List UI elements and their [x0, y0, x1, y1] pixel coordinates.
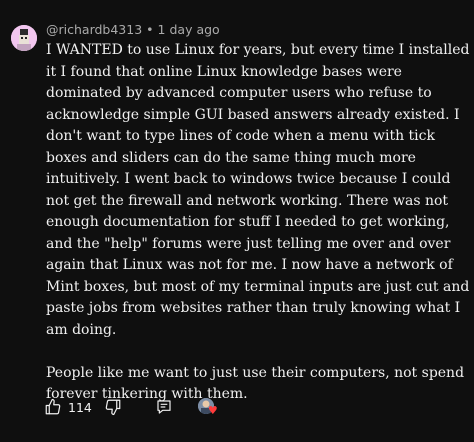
creator-heart-badge[interactable]: ♥	[197, 397, 218, 417]
heart-icon: ♥	[207, 404, 218, 417]
comment-meta: @richardb4313 • 1 day ago	[46, 22, 220, 37]
like-count: 114	[68, 399, 92, 415]
comment-timestamp[interactable]: 1 day ago	[158, 22, 220, 37]
comment-paragraph: I WANTED to use Linux for years, but eve…	[46, 42, 470, 338]
thumbs-down-icon[interactable]	[104, 398, 122, 416]
comment-body: I WANTED to use Linux for years, but eve…	[46, 40, 474, 406]
reply-comment-icon[interactable]	[156, 399, 172, 415]
comment-actions: 114 ♥	[44, 396, 218, 418]
meta-separator: •	[146, 22, 154, 37]
commenter-avatar[interactable]	[11, 25, 37, 51]
comment-author[interactable]: @richardb4313	[46, 22, 142, 37]
thumbs-up-icon[interactable]	[44, 398, 62, 416]
